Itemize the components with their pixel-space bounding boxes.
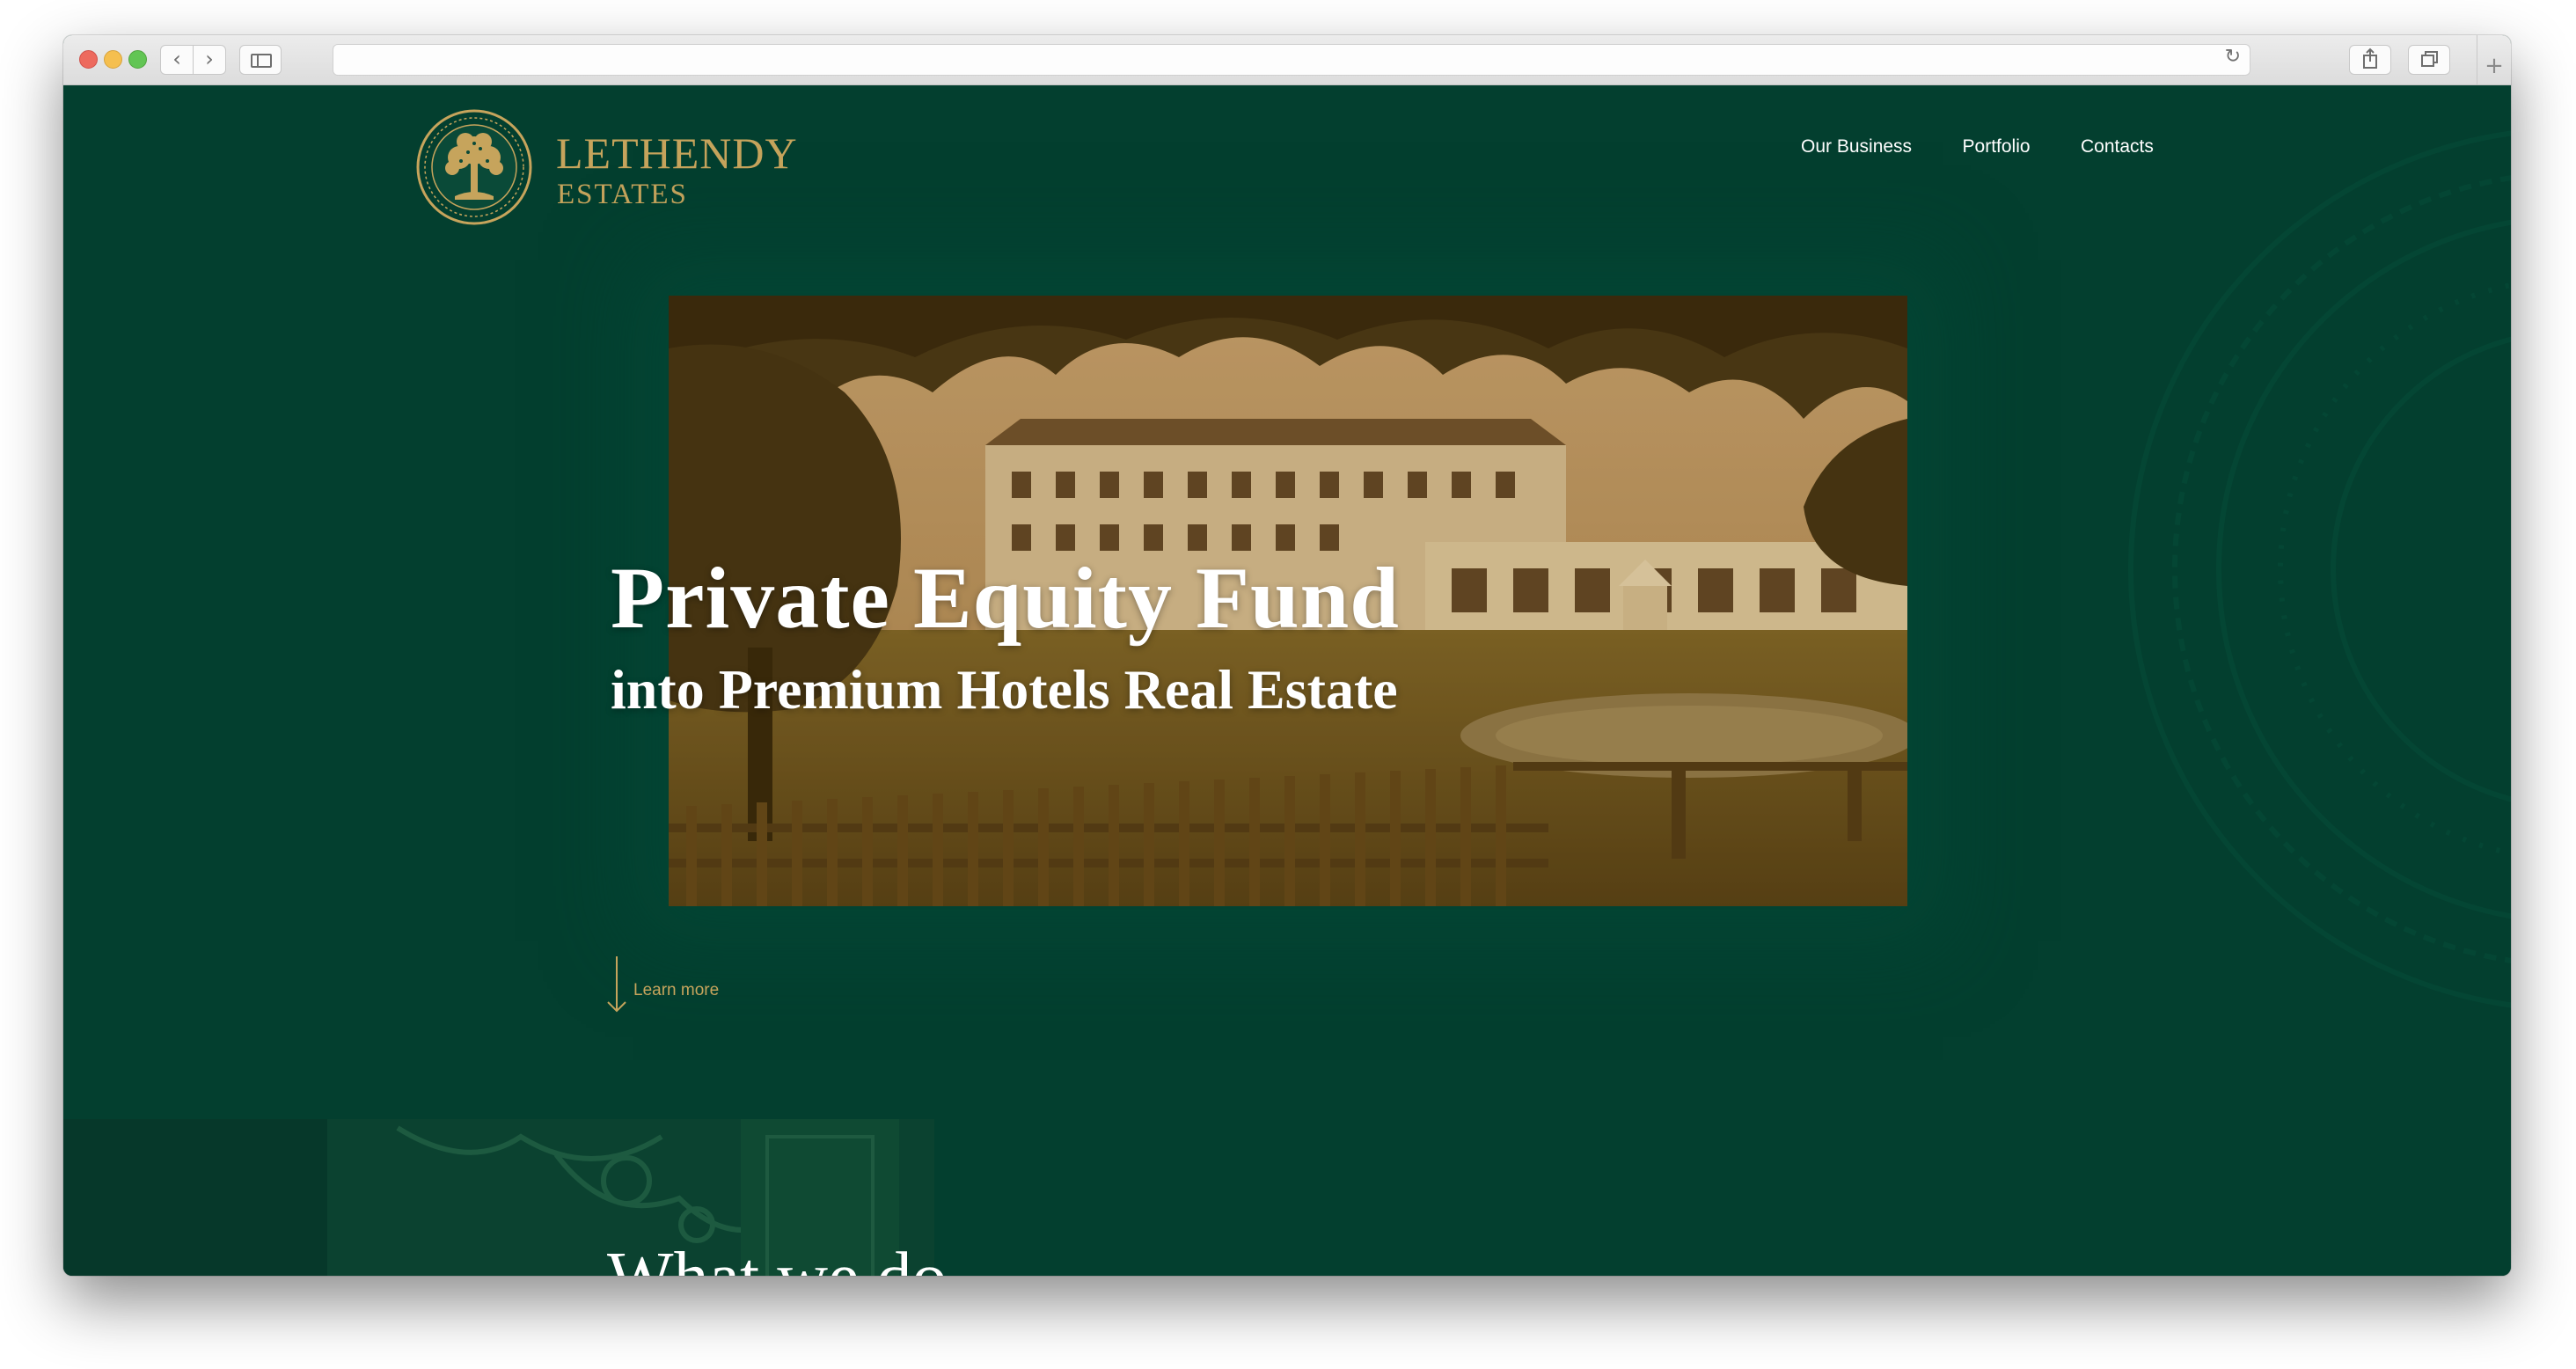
back-button[interactable]: ‹	[160, 45, 194, 75]
nav-item-contacts[interactable]: Contacts	[2081, 136, 2154, 157]
chevron-left-icon: ‹	[172, 47, 181, 71]
main-navigation: Our Business Portfolio Contacts	[1801, 136, 2200, 157]
chevron-right-icon: ›	[205, 47, 214, 71]
zoom-window-button[interactable]	[128, 50, 147, 69]
share-icon	[2363, 48, 2377, 69]
show-tabs-button[interactable]	[2408, 45, 2450, 75]
close-window-button[interactable]	[79, 50, 98, 69]
browser-toolbar: ‹ › ↻ +	[63, 35, 2511, 85]
plus-icon: +	[2485, 53, 2504, 79]
section-title: What we do	[607, 1238, 948, 1276]
minimize-window-button[interactable]	[104, 50, 122, 69]
brand-name: LETHENDY	[556, 128, 798, 178]
sidebar-toggle-button[interactable]	[239, 45, 282, 75]
share-button[interactable]	[2349, 45, 2391, 75]
decorative-seal-icon	[2128, 130, 2511, 1008]
tabs-icon	[2421, 51, 2438, 67]
forward-button[interactable]: ›	[193, 45, 226, 75]
brand-subtitle: ESTATES	[557, 179, 688, 210]
hero-subtitle: into Premium Hotels Real Estate	[611, 658, 1398, 721]
web-page: LETHENDY ESTATES Our Business Portfolio …	[63, 85, 2511, 1276]
learn-more-link[interactable]: Learn more	[604, 955, 762, 1016]
nav-item-our-business[interactable]: Our Business	[1801, 136, 1912, 157]
new-tab-button[interactable]: +	[2477, 35, 2511, 84]
address-bar[interactable]: ↻	[333, 44, 2250, 76]
learn-more-label: Learn more	[633, 981, 720, 999]
browser-window: ‹ › ↻ + LETHENDY ESTATES Our Business Po…	[63, 35, 2511, 1276]
arrow-down-icon	[607, 956, 626, 1013]
nav-item-portfolio[interactable]: Portfolio	[1963, 136, 2031, 157]
hero-title: Private Equity Fund	[611, 549, 1400, 647]
tree-emblem-icon	[416, 109, 532, 225]
reload-icon[interactable]: ↻	[2225, 46, 2241, 68]
